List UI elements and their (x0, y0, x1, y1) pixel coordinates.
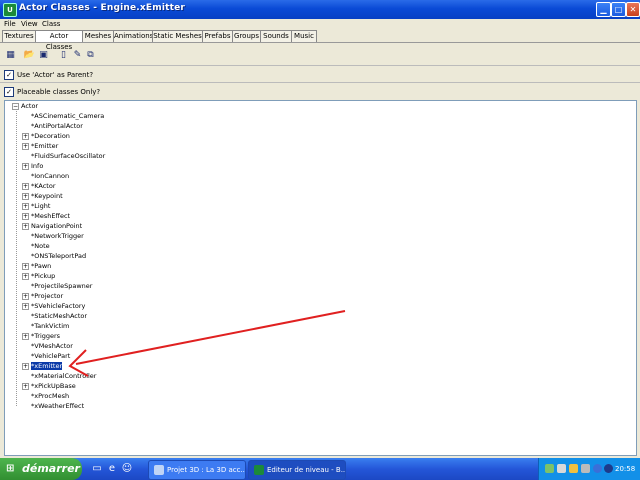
windows-flag-icon: ⊞ (6, 463, 15, 474)
media-icon[interactable] (604, 464, 613, 473)
info-icon[interactable] (593, 464, 602, 473)
ie-icon (154, 465, 164, 475)
taskbar: ⊞ démarrer ▭ e ☺ Projet 3D : La 3D acc..… (0, 458, 640, 480)
system-tray: 20:58 (538, 458, 640, 480)
start-button[interactable]: ⊞ démarrer (0, 458, 82, 480)
volume-icon[interactable] (569, 464, 578, 473)
unreal-u-icon (254, 465, 264, 475)
network-icon[interactable] (545, 464, 554, 473)
messenger-icon[interactable]: ☺ (121, 463, 133, 475)
arrow-shaft (75, 310, 346, 365)
ie-icon[interactable]: e (106, 463, 118, 475)
task-editeur-de-niveau[interactable]: Editeur de niveau - B... (248, 460, 346, 480)
clock: 20:58 (615, 465, 636, 473)
desktop-icon[interactable]: ▭ (91, 463, 103, 475)
security-icon[interactable] (557, 464, 566, 473)
directx-icon[interactable] (581, 464, 590, 473)
annotation-arrow (68, 310, 346, 377)
task-projet-3d[interactable]: Projet 3D : La 3D acc... (148, 460, 246, 480)
